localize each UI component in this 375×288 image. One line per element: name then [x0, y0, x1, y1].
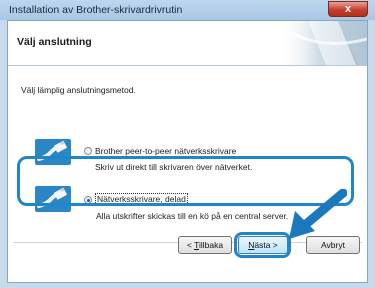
option-shared-network-description: Alla utskrifter skickas till en kö på en…: [96, 211, 289, 221]
close-icon: x: [344, 3, 352, 15]
window-title: Installation av Brother-skrivardrivrutin: [9, 4, 183, 16]
option-peer-to-peer-label[interactable]: Brother peer-to-peer nätverksskrivare: [95, 146, 236, 156]
pointer-arrow-icon: [289, 189, 347, 239]
title-bar[interactable]: Installation av Brother-skrivardrivrutin…: [0, 0, 375, 20]
instruction-text: Välj lämplig anslutningsmetod.: [21, 85, 136, 95]
installer-window: Installation av Brother-skrivardrivrutin…: [0, 0, 375, 288]
radio-peer-to-peer[interactable]: [84, 147, 92, 155]
back-button[interactable]: < Tillbaka: [178, 236, 232, 254]
close-button[interactable]: x: [328, 1, 368, 17]
wizard-header: Välj anslutning: [8, 21, 367, 65]
page-title: Välj anslutning: [17, 36, 92, 48]
header-decoration-art: [278, 21, 367, 65]
next-button-highlight: [234, 232, 291, 258]
